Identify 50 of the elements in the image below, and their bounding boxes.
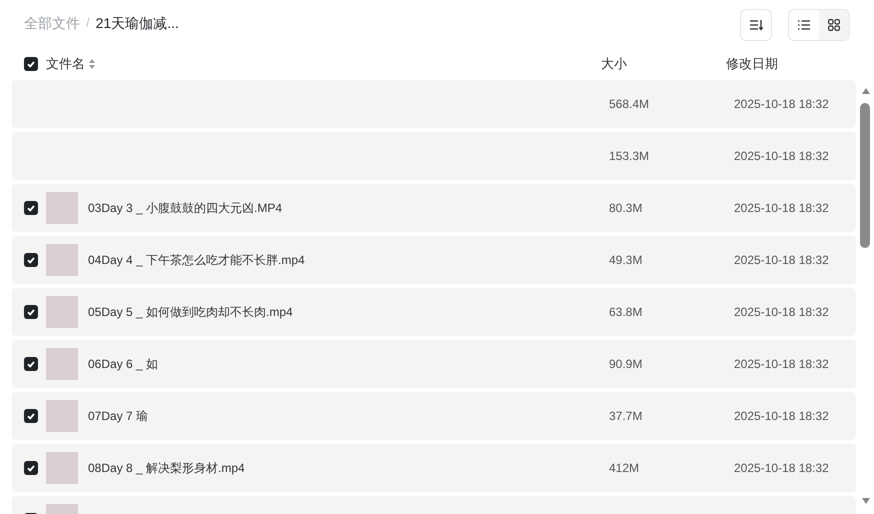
file-name: 03Day 3 _ 小腹鼓鼓的四大元凶.MP4 xyxy=(88,200,282,217)
modified-date: 2025-10-18 18:32 xyxy=(734,356,829,373)
scroll-down-icon[interactable] xyxy=(862,498,870,504)
breadcrumb-current: 21天瑜伽减... xyxy=(96,14,179,32)
list-view-button[interactable] xyxy=(789,10,819,40)
sort-arrows-icon xyxy=(89,59,95,69)
scroll-up-icon[interactable] xyxy=(862,88,870,94)
thumbnail-placeholder xyxy=(46,348,78,380)
scrollbar-thumb[interactable] xyxy=(860,103,870,248)
list-icon xyxy=(798,20,810,30)
column-header[interactable]: 修改日期 xyxy=(726,54,778,74)
thumbnail-placeholder xyxy=(46,244,78,276)
column-header[interactable]: 大小 xyxy=(601,54,726,74)
sort-button[interactable] xyxy=(740,8,772,40)
thumbnail-placeholder xyxy=(46,192,78,224)
file-size: 412M xyxy=(609,460,640,477)
file-row[interactable]: 07Day 7 瑜 37.7M 2025-10-18 18:32 xyxy=(12,392,856,440)
breadcrumb-separator: / xyxy=(86,14,90,32)
modified-date: 2025-10-18 18:32 xyxy=(734,148,829,165)
modified-date: 2025-10-18 18:32 xyxy=(734,304,829,321)
thumbnail-placeholder xyxy=(46,296,78,328)
file-name: 04Day 4 _ 下午茶怎么吃才能不长胖.mp4 xyxy=(88,252,305,269)
file-name: 05Day 5 _ 如何做到吃肉却不长肉.mp4 xyxy=(88,304,293,321)
file-size: 49.3M xyxy=(609,252,644,269)
file-row[interactable]: 04Day 4 _ 下午茶怎么吃才能不长胖.mp4 49.3M 2025-10-18 18:32 xyxy=(12,236,856,284)
file-row[interactable]: 08Day 8 _ 解决梨形身材.mp4 412M 2025-10-18 18:32 xyxy=(12,444,856,492)
grid-icon xyxy=(828,18,840,30)
file-row[interactable]: 03Day 3 _ 小腹鼓鼓的四大元凶.MP4 80.3M 2025-10-18 18:32 xyxy=(12,184,856,232)
modified-date: 2025-10-18 18:32 xyxy=(734,96,829,113)
file-size: 80.3M xyxy=(609,200,644,217)
modified-date: 2025-10-18 18:32 xyxy=(734,200,829,217)
file-row[interactable]: 06Day 6 _ 如 90.9M 2025-10-18 18:32 xyxy=(12,340,856,388)
modified-date: 2025-10-18 18:32 xyxy=(734,252,829,269)
thumbnail-placeholder xyxy=(46,400,78,432)
modified-date: 2025-10-18 18:32 xyxy=(734,460,829,477)
file-size: 37.7M xyxy=(609,408,644,425)
file-size: 568.4M xyxy=(609,96,650,113)
file-size: 63.8M xyxy=(609,304,644,321)
modified-date: 2025-10-18 18:32 xyxy=(734,408,829,425)
file-row[interactable]: 568.4M 2025-10-18 18:32 xyxy=(12,80,856,128)
file-size: 153.3M xyxy=(609,148,650,165)
thumbnail-placeholder xyxy=(46,452,78,484)
sort-icon xyxy=(749,18,763,30)
file-name: 07Day 7 瑜 xyxy=(88,408,148,425)
file-row[interactable]: 153.3M 2025-10-18 18:32 xyxy=(12,132,856,180)
file-name: 06Day 6 _ 如 xyxy=(88,356,158,373)
file-name: 08Day 8 _ 解决梨形身材.mp4 xyxy=(88,460,245,477)
file-size: 90.9M xyxy=(609,356,644,373)
column-header[interactable]: 文件名 xyxy=(46,54,85,74)
file-row[interactable]: 05Day 5 _ 如何做到吃肉却不长肉.mp4 63.8M 2025-10-18 18:32 xyxy=(12,288,856,336)
